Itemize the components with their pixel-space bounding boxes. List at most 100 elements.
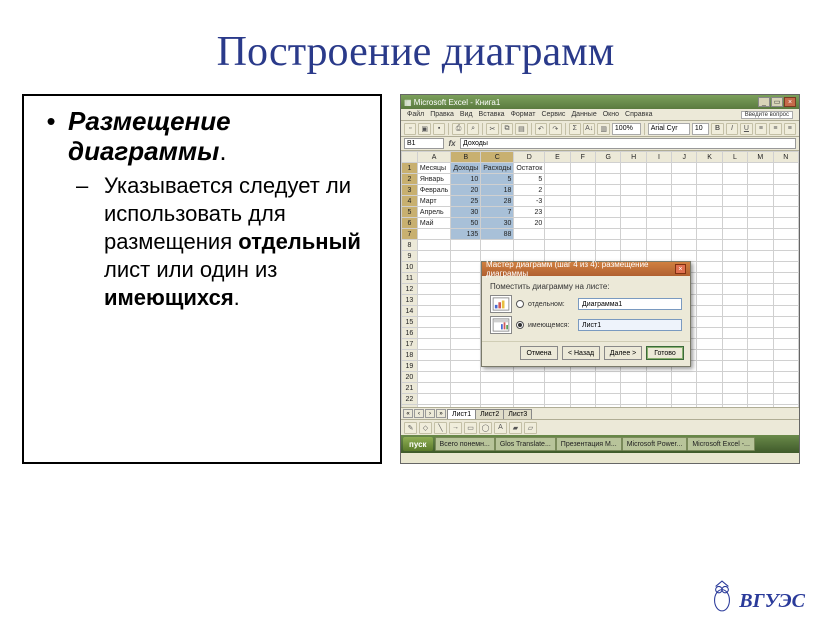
cell[interactable] <box>672 163 697 174</box>
cell[interactable] <box>697 262 722 273</box>
cell[interactable] <box>672 240 697 251</box>
cell[interactable] <box>773 328 798 339</box>
cell[interactable] <box>773 251 798 262</box>
cell[interactable] <box>748 174 773 185</box>
col-header[interactable]: B <box>451 152 481 163</box>
row-header[interactable]: 3 <box>402 185 418 196</box>
cell[interactable]: 20 <box>514 218 545 229</box>
row-header[interactable]: 20 <box>402 372 418 383</box>
cell[interactable] <box>697 174 722 185</box>
row-header[interactable]: 18 <box>402 350 418 361</box>
cell[interactable] <box>621 163 646 174</box>
taskbar-item[interactable]: Glos Translate... <box>495 437 556 451</box>
cell[interactable] <box>451 394 481 405</box>
cell[interactable] <box>596 207 621 218</box>
cell[interactable]: Доходы <box>451 163 481 174</box>
cell[interactable] <box>697 317 722 328</box>
cell[interactable] <box>748 372 773 383</box>
cell[interactable] <box>722 240 747 251</box>
cell[interactable] <box>596 372 621 383</box>
menu-item[interactable]: Справка <box>625 111 652 118</box>
cell[interactable] <box>722 295 747 306</box>
menu-item[interactable]: Вставка <box>479 111 505 118</box>
cell[interactable] <box>722 207 747 218</box>
cell[interactable] <box>646 174 671 185</box>
cell[interactable] <box>646 229 671 240</box>
cell[interactable] <box>570 207 595 218</box>
cell[interactable] <box>748 350 773 361</box>
autoshapes-button[interactable]: ◇ <box>419 422 432 434</box>
undo-button[interactable]: ↶ <box>535 123 547 135</box>
cell[interactable] <box>697 196 722 207</box>
cell[interactable] <box>596 229 621 240</box>
row-header[interactable]: 21 <box>402 383 418 394</box>
align-center-button[interactable]: ≡ <box>769 123 781 135</box>
cell[interactable] <box>697 284 722 295</box>
cell[interactable] <box>514 372 545 383</box>
menu-item[interactable]: Сервис <box>541 111 565 118</box>
select-existing-sheet[interactable]: Лист1 <box>578 319 682 331</box>
cell[interactable] <box>748 163 773 174</box>
cell[interactable] <box>722 394 747 405</box>
cell[interactable] <box>773 306 798 317</box>
cell[interactable]: 2 <box>514 185 545 196</box>
cell[interactable] <box>596 218 621 229</box>
cell[interactable] <box>748 251 773 262</box>
row-header[interactable]: 14 <box>402 306 418 317</box>
cell[interactable] <box>545 196 570 207</box>
cell[interactable] <box>722 284 747 295</box>
cell[interactable] <box>697 295 722 306</box>
cell[interactable] <box>773 262 798 273</box>
cell[interactable] <box>697 372 722 383</box>
cell[interactable] <box>697 306 722 317</box>
cell[interactable]: 28 <box>481 196 514 207</box>
cell[interactable]: 18 <box>481 185 514 196</box>
italic-button[interactable]: I <box>726 123 738 135</box>
help-input[interactable]: Введите вопрос <box>741 111 793 119</box>
cell[interactable]: 25 <box>451 196 481 207</box>
row-header[interactable]: 10 <box>402 262 418 273</box>
sheet-tab[interactable]: Лист3 <box>503 409 532 419</box>
cell[interactable]: Январь <box>417 174 450 185</box>
cell[interactable] <box>722 328 747 339</box>
cell[interactable]: 20 <box>451 185 481 196</box>
cell[interactable] <box>514 240 545 251</box>
cell[interactable] <box>545 383 570 394</box>
cell[interactable] <box>748 339 773 350</box>
cell[interactable] <box>451 306 481 317</box>
cell[interactable] <box>451 361 481 372</box>
cell[interactable] <box>417 295 450 306</box>
line-color-button[interactable]: ▱ <box>524 422 537 434</box>
radio-separate[interactable] <box>516 300 524 308</box>
sum-button[interactable]: Σ <box>569 123 581 135</box>
cell[interactable] <box>672 383 697 394</box>
cell[interactable] <box>748 262 773 273</box>
cell[interactable] <box>417 394 450 405</box>
cell[interactable] <box>773 383 798 394</box>
cell[interactable] <box>621 394 646 405</box>
cell[interactable] <box>722 273 747 284</box>
cell[interactable] <box>697 163 722 174</box>
cell[interactable]: Май <box>417 218 450 229</box>
cell[interactable] <box>570 229 595 240</box>
cell[interactable]: Расходы <box>481 163 514 174</box>
cell[interactable] <box>672 196 697 207</box>
col-header[interactable]: N <box>773 152 798 163</box>
cell[interactable] <box>697 328 722 339</box>
menu-item[interactable]: Файл <box>407 111 424 118</box>
cell[interactable] <box>451 317 481 328</box>
oval-button[interactable]: ◯ <box>479 422 492 434</box>
col-header[interactable]: G <box>596 152 621 163</box>
tab-nav-first[interactable]: « <box>403 409 413 418</box>
cell[interactable] <box>722 306 747 317</box>
radio-existing[interactable] <box>516 321 524 329</box>
cell[interactable] <box>748 240 773 251</box>
cell[interactable] <box>621 185 646 196</box>
cell[interactable] <box>672 218 697 229</box>
cell[interactable]: 10 <box>451 174 481 185</box>
finish-button[interactable]: Готово <box>646 346 684 360</box>
row-header[interactable]: 15 <box>402 317 418 328</box>
save-button[interactable]: ▪ <box>433 123 445 135</box>
align-left-button[interactable]: ≡ <box>755 123 767 135</box>
sort-asc-button[interactable]: A↓ <box>583 123 595 135</box>
